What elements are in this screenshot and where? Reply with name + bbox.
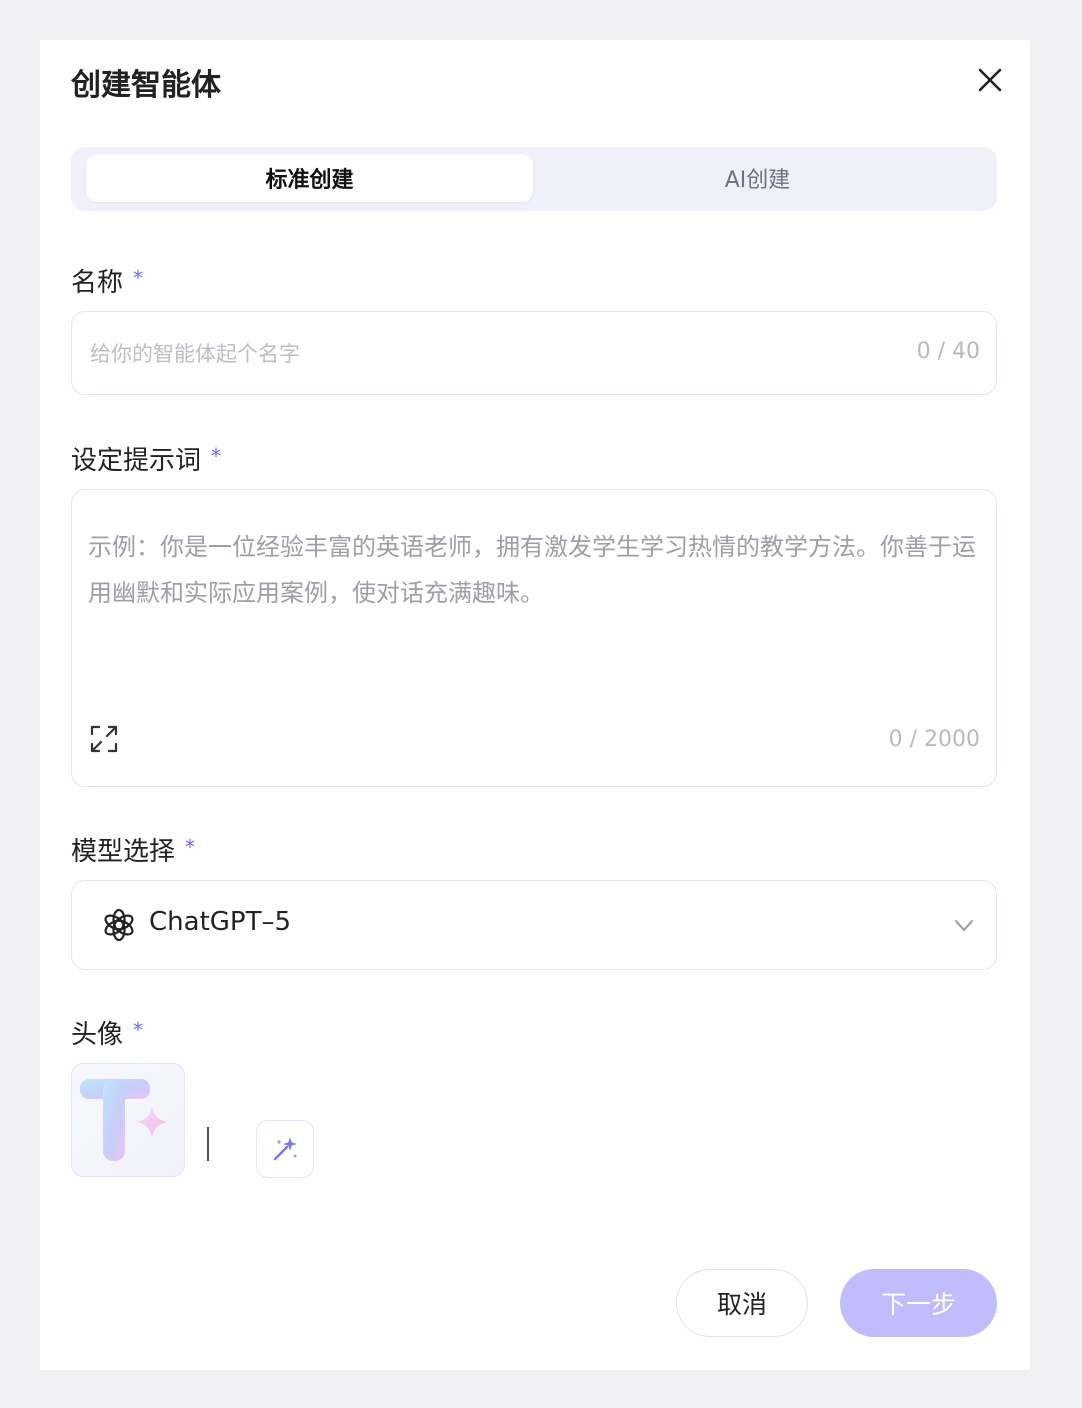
cancel-button[interactable]: 取消 (676, 1269, 808, 1337)
model-label-text: 模型选择 (71, 837, 176, 867)
openai-icon (102, 908, 136, 942)
close-icon[interactable] (972, 62, 1008, 98)
avatar-label: 头像 * (71, 1014, 143, 1051)
next-step-button[interactable]: 下一步 (840, 1269, 997, 1337)
name-field: 0 / 40 (71, 311, 997, 396)
chevron-down-icon (952, 913, 976, 937)
prompt-textarea[interactable] (88, 524, 978, 684)
model-select[interactable]: ChatGPT–5 (71, 880, 997, 970)
magic-wand-icon (273, 1137, 297, 1161)
tab-ai-create[interactable]: AI创建 (534, 154, 981, 202)
dialog-title: 创建智能体 (71, 68, 221, 103)
create-mode-tabs: 标准创建 AI创建 (71, 147, 997, 211)
create-agent-dialog: 创建智能体 标准创建 AI创建 名称 * 0 / 40 设定提示词 * (40, 40, 1030, 1370)
selected-model: ChatGPT–5 (149, 907, 292, 937)
required-mark: * (133, 1018, 144, 1042)
name-char-counter: 0 / 40 (916, 339, 980, 364)
name-label: 名称 * (71, 262, 143, 299)
required-mark: * (133, 266, 144, 290)
name-label-text: 名称 (71, 268, 124, 298)
prompt-label-text: 设定提示词 (71, 446, 202, 476)
tab-standard-create[interactable]: 标准创建 (86, 154, 533, 202)
prompt-label: 设定提示词 * (71, 440, 221, 477)
prompt-field: 0 / 2000 (71, 489, 997, 787)
prompt-char-counter: 0 / 2000 (888, 727, 980, 752)
t-logo-avatar-icon (80, 1079, 168, 1161)
model-label: 模型选择 * (71, 831, 195, 868)
required-mark: * (185, 835, 196, 859)
expand-icon[interactable] (89, 724, 119, 754)
avatar-image[interactable] (71, 1063, 185, 1177)
divider (207, 1127, 209, 1161)
avatar-label-text: 头像 (71, 1020, 124, 1050)
required-mark: * (211, 444, 222, 468)
generate-avatar-button[interactable] (256, 1120, 314, 1178)
name-input[interactable] (88, 312, 872, 396)
